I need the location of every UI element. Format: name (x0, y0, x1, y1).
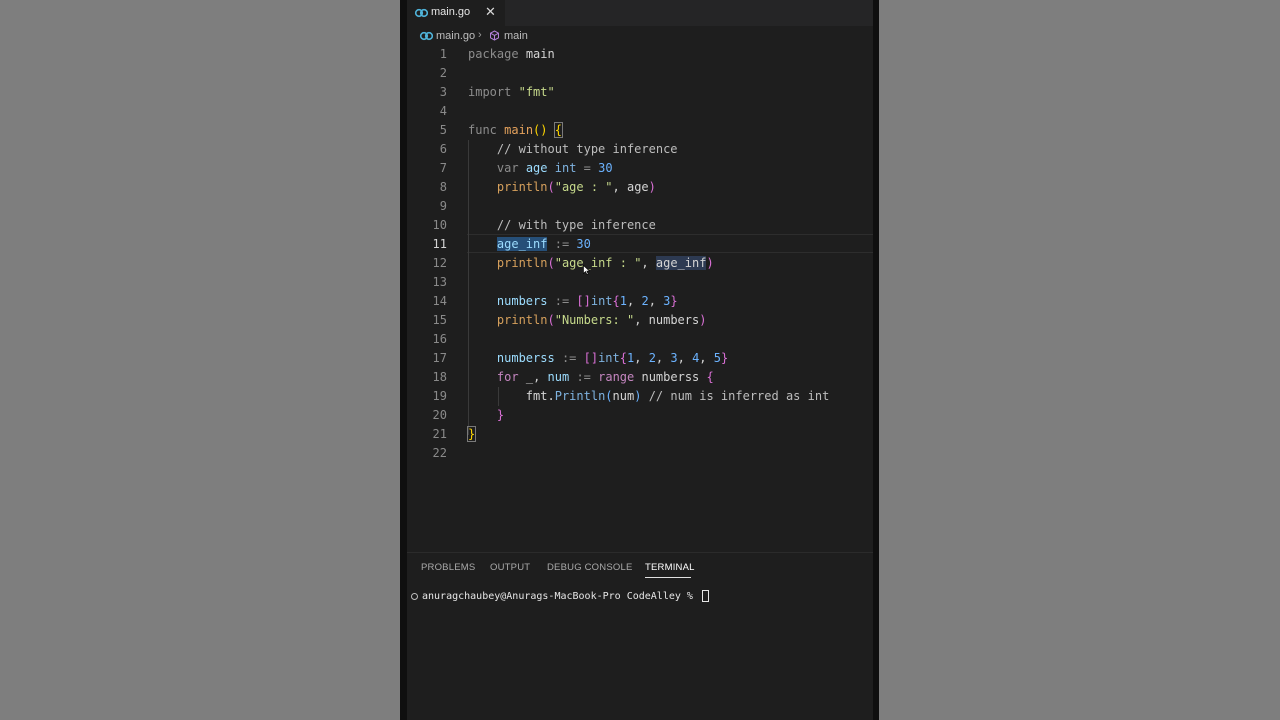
code-line-11: age_inf := 30 (496, 237, 591, 251)
line-number: 9 (439, 199, 447, 213)
line-number: 13 (432, 275, 447, 289)
window-edge-left (400, 0, 407, 720)
code-line-3: import "fmt" (468, 85, 555, 99)
code-line-7: var age int = 30 (496, 161, 613, 175)
breadcrumb: main.go › main (407, 27, 873, 45)
video-letterbox-right (879, 0, 1280, 720)
editor-window: main.go ✕ main.go › main 1 2 3 4 5 6 7 8… (407, 0, 873, 720)
terminal-cursor (701, 590, 709, 602)
code-line-10: // with type inference (496, 218, 656, 232)
go-file-icon (414, 8, 428, 18)
tab-problems[interactable]: PROBLEMS (421, 562, 475, 573)
breadcrumb-file[interactable]: main.go (436, 30, 475, 42)
breadcrumb-symbol[interactable]: main (504, 30, 528, 42)
line-number: 22 (432, 446, 447, 460)
code-line-21: } (466, 426, 477, 442)
tab-debug-console[interactable]: DEBUG CONSOLE (547, 562, 632, 573)
code-line-12: println("age_inf : ", age_inf) (496, 256, 714, 270)
line-number: 16 (432, 332, 447, 346)
active-tab-indicator (645, 577, 691, 578)
tab-terminal[interactable]: TERMINAL (645, 562, 695, 573)
code-line-20: } (496, 408, 505, 422)
code-line-6: // without type inference (496, 142, 678, 156)
tab-output[interactable]: OUTPUT (490, 562, 530, 573)
tab-main-go[interactable]: main.go ✕ (407, 0, 505, 26)
code-line-18: for _, num := range numberss { (496, 370, 714, 384)
code-line-8: println("age : ", age) (496, 180, 656, 194)
go-file-icon (419, 31, 433, 41)
circle-icon (411, 592, 418, 600)
terminal-line[interactable]: anuragchaubey@Anurags-MacBook-Pro CodeAl… (411, 590, 709, 602)
line-number: 4 (439, 104, 447, 118)
selected-text: age_inf (496, 237, 548, 251)
terminal-prompt: anuragchaubey@Anurags-MacBook-Pro CodeAl… (422, 591, 699, 602)
code-line-5: func main() { (468, 122, 564, 138)
code-line-14: numbers := []int{1, 2, 3} (496, 294, 678, 308)
code-line-19: fmt.Println(num) // num is inferred as i… (525, 389, 830, 403)
tab-bar: main.go ✕ (407, 0, 873, 26)
video-letterbox-left (0, 0, 400, 720)
tab-label: main.go (431, 6, 471, 18)
occurrence-highlight: age_inf (655, 256, 707, 270)
code-line-17: numberss := []int{1, 2, 3, 4, 5} (496, 351, 729, 365)
window-edge-right (873, 0, 879, 720)
bottom-panel: PROBLEMS OUTPUT DEBUG CONSOLE TERMINAL a… (407, 552, 873, 720)
chevron-right-icon: › (478, 29, 482, 41)
symbol-function-icon (490, 30, 499, 41)
close-icon[interactable]: ✕ (485, 4, 496, 20)
code-line-15: println("Numbers: ", numbers) (496, 313, 707, 327)
code-line-1: package main (468, 47, 555, 61)
mouse-cursor-icon (583, 265, 590, 275)
line-number: 2 (439, 66, 447, 80)
